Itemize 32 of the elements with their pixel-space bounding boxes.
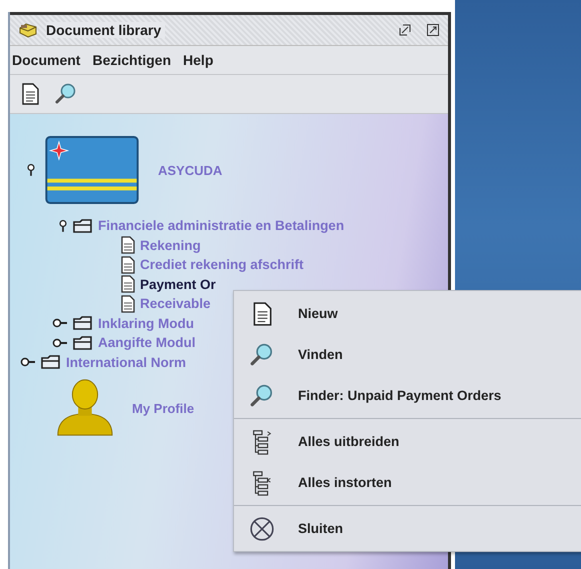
folder-icon <box>72 334 94 351</box>
document-icon <box>120 294 136 313</box>
menu-item[interactable]: Sluiten <box>234 508 581 549</box>
expand-toggle-icon[interactable] <box>52 336 68 349</box>
expand-toggle-icon[interactable] <box>52 317 68 330</box>
drawer-icon <box>18 22 38 38</box>
search-icon <box>249 382 275 408</box>
window-title: Document library <box>46 22 166 38</box>
menu-item[interactable]: Vinden <box>234 334 581 375</box>
expand-toggle-icon[interactable] <box>20 356 36 368</box>
folder-icon <box>40 354 62 370</box>
flag-icon[interactable] <box>44 136 140 204</box>
close-icon <box>249 516 275 542</box>
menu-item[interactable]: Alles instorten <box>234 462 581 503</box>
menu-item[interactable]: Nieuw <box>234 293 581 334</box>
restore-icon[interactable] <box>398 23 412 37</box>
menu-item[interactable]: Bezichtigen <box>92 52 172 68</box>
collapse-toggle-icon[interactable] <box>26 163 36 177</box>
collapse-toggle-icon[interactable] <box>58 218 68 233</box>
tree-item[interactable]: Payment Or <box>140 276 216 292</box>
menu-item[interactable]: Alles uitbreiden <box>234 421 581 462</box>
document-icon <box>120 256 136 274</box>
document-icon <box>120 236 136 254</box>
menu-item[interactable]: Help <box>183 52 214 68</box>
folder-icon <box>72 315 94 332</box>
maximize-icon[interactable] <box>426 23 440 37</box>
folder-icon <box>72 218 94 234</box>
document-icon <box>120 275 136 294</box>
menu-item[interactable]: Document <box>12 52 80 68</box>
menu-item[interactable]: Finder: Unpaid Payment Orders <box>234 375 581 416</box>
search-icon[interactable] <box>54 82 78 106</box>
search-icon <box>249 342 275 368</box>
